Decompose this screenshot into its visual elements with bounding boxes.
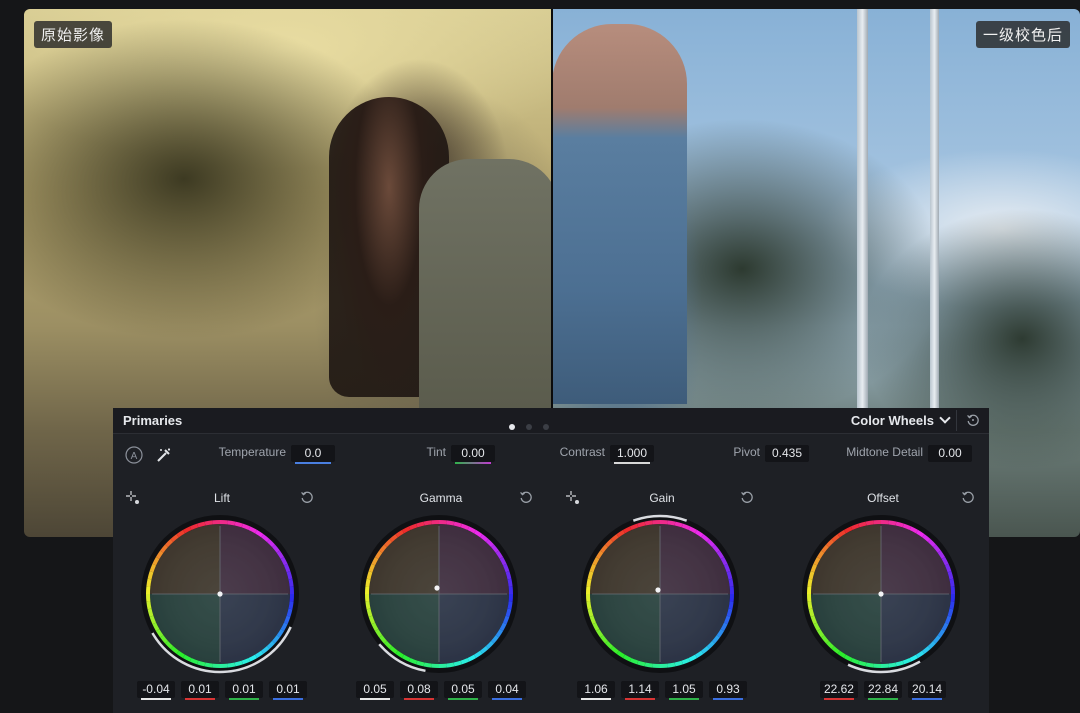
reset-icon[interactable] xyxy=(739,489,755,505)
wheel-value-g[interactable]: 0.05 xyxy=(444,681,482,700)
wheel-puck xyxy=(217,591,223,597)
wheel-values: 22.62 22.84 20.14 xyxy=(774,681,992,700)
color-wheel[interactable] xyxy=(580,514,740,674)
panel-header: Primaries Color Wheels xyxy=(113,408,989,434)
wheel-gain: Gain 1.06 1.14 1.05 0.93 xyxy=(553,478,771,713)
pivot-control: Pivot 0.435 xyxy=(733,445,809,462)
wheel-values: -0.04 0.01 0.01 0.01 xyxy=(113,681,331,700)
page-dot[interactable] xyxy=(543,424,549,430)
mode-dropdown[interactable]: Color Wheels xyxy=(850,412,951,428)
wheel-puck xyxy=(878,591,884,597)
midtone-detail-label: Midtone Detail xyxy=(846,445,923,459)
mode-label: Color Wheels xyxy=(850,413,934,428)
tint-value[interactable]: 0.00 xyxy=(451,445,495,464)
wheel-value-y[interactable]: 1.06 xyxy=(577,681,615,700)
wheel-value-g[interactable]: 20.14 xyxy=(908,681,947,700)
temperature-value[interactable]: 0.0 xyxy=(291,445,335,464)
wheel-value-y[interactable]: 22.62 xyxy=(819,681,858,700)
svg-text:A: A xyxy=(131,451,138,462)
midtone-detail-control: Midtone Detail 0.00 xyxy=(846,445,972,462)
wheel-puck xyxy=(655,587,661,593)
divider xyxy=(956,410,957,431)
wheel-value-b[interactable]: 0.04 xyxy=(488,681,526,700)
temperature-control: Temperature 0.0 xyxy=(219,445,335,464)
page-dot[interactable] xyxy=(526,424,532,430)
contrast-value[interactable]: 1.000 xyxy=(610,445,654,464)
pivot-label: Pivot xyxy=(733,445,760,459)
reset-icon[interactable] xyxy=(518,489,534,505)
wheel-puck xyxy=(434,585,440,591)
color-wheel[interactable] xyxy=(801,514,961,674)
original-label: 原始影像 xyxy=(34,21,113,48)
contrast-bar xyxy=(614,462,650,464)
graded-label: 一级校色后 xyxy=(975,21,1070,48)
picker-icon[interactable] xyxy=(565,490,581,506)
tint-bar xyxy=(455,462,491,464)
wheel-offset: Offset 22.62 22.84 20.14 xyxy=(774,478,992,713)
wheel-value-b[interactable]: 0.93 xyxy=(709,681,747,700)
wheel-values: 0.05 0.08 0.05 0.04 xyxy=(332,681,550,700)
wheel-value-y[interactable]: -0.04 xyxy=(137,681,175,700)
person-shoulder xyxy=(419,159,552,419)
wheel-value-r[interactable]: 0.01 xyxy=(181,681,219,700)
reset-all-icon[interactable] xyxy=(965,412,981,428)
color-wheel[interactable] xyxy=(359,514,519,674)
wheel-value-b[interactable]: 0.01 xyxy=(269,681,307,700)
chevron-down-icon xyxy=(939,412,951,424)
auto-balance-icon[interactable]: A xyxy=(125,446,143,464)
midtone-detail-value[interactable]: 0.00 xyxy=(928,445,972,462)
temperature-label: Temperature xyxy=(218,445,286,459)
contrast-control: Contrast 1.000 xyxy=(560,445,654,464)
contrast-label: Contrast xyxy=(559,445,605,459)
wheel-value-r[interactable]: 22.84 xyxy=(863,681,903,700)
wheel-lift: Lift -0.04 0.01 0.01 0.01 xyxy=(113,478,331,713)
wheel-value-g[interactable]: 1.05 xyxy=(665,681,703,700)
tint-label: Tint xyxy=(426,445,446,459)
primary-controls: A Temperature 0.0 Tint 0.00 Contrast 1.0… xyxy=(113,434,989,474)
reset-icon[interactable] xyxy=(299,489,315,505)
wheel-value-r[interactable]: 1.14 xyxy=(621,681,659,700)
pivot-value[interactable]: 0.435 xyxy=(765,445,809,462)
wheel-values: 1.06 1.14 1.05 0.93 xyxy=(553,681,771,700)
tint-control: Tint 0.00 xyxy=(426,445,495,464)
temperature-bar xyxy=(295,462,331,464)
color-wheel[interactable] xyxy=(140,514,300,674)
page-indicator xyxy=(509,417,560,435)
panel-title: Primaries xyxy=(123,413,183,428)
person-man xyxy=(552,24,687,404)
wheel-gamma: Gamma 0.05 0.08 0.05 0.04 xyxy=(332,478,550,713)
wheel-value-y[interactable]: 0.05 xyxy=(356,681,394,700)
picker-icon[interactable] xyxy=(125,490,141,506)
wheel-value-g[interactable]: 0.01 xyxy=(225,681,263,700)
page-dot[interactable] xyxy=(509,424,515,430)
reset-icon[interactable] xyxy=(960,489,976,505)
wheel-value-r[interactable]: 0.08 xyxy=(400,681,438,700)
primaries-panel: Primaries Color Wheels A Temperature 0.0 xyxy=(113,408,989,713)
white-balance-picker-icon[interactable] xyxy=(155,446,173,464)
